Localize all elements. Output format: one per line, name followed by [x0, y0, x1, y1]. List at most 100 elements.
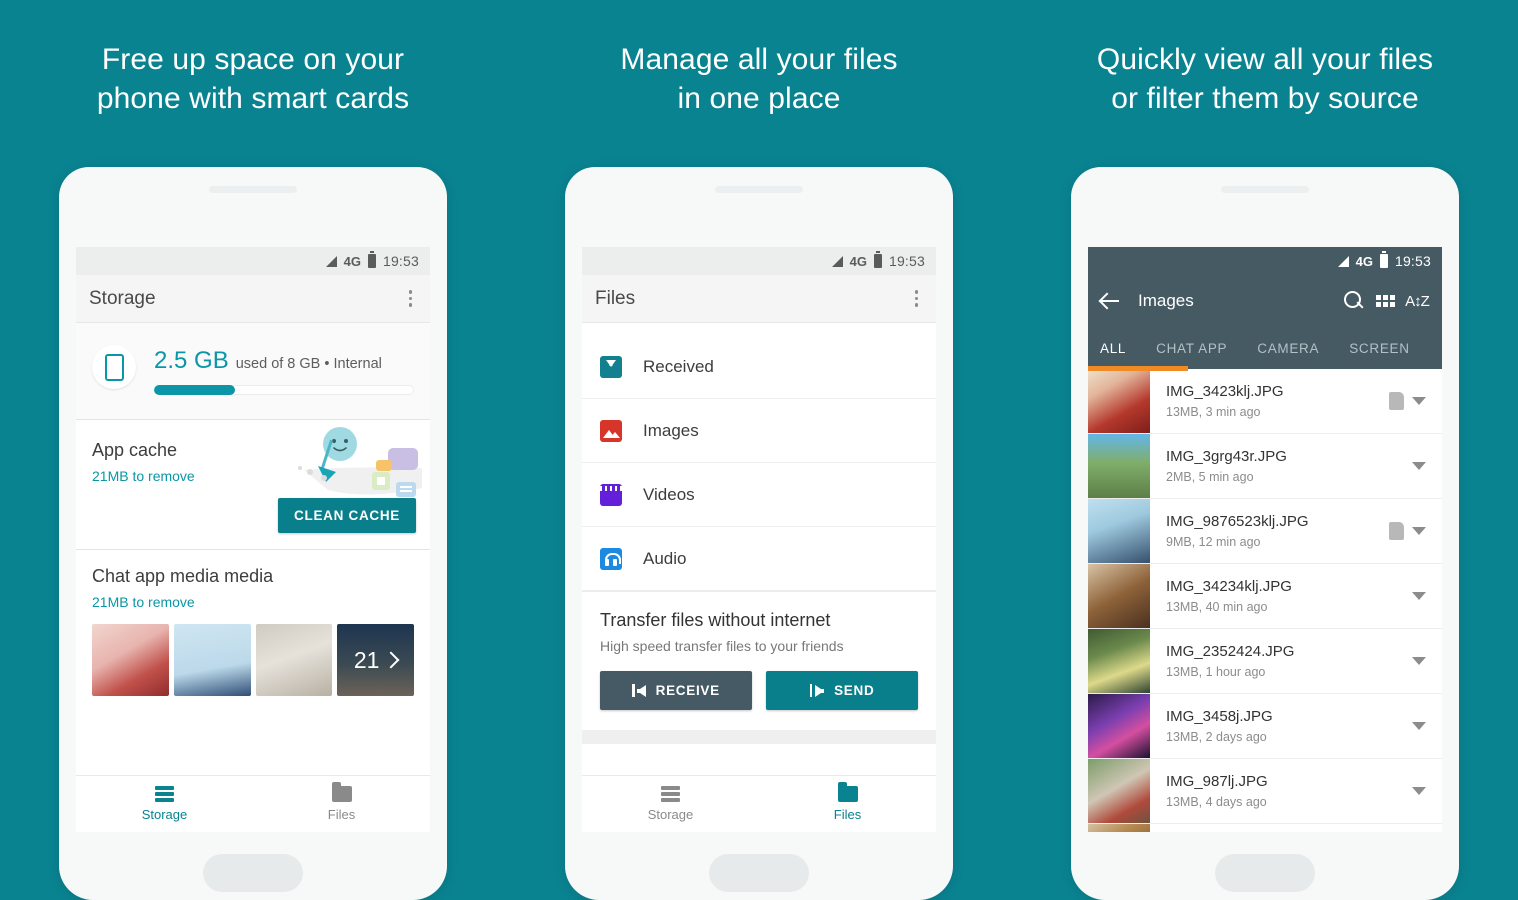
- transfer-card: Transfer files without internet High spe…: [582, 591, 936, 730]
- chevron-down-icon[interactable]: [1412, 722, 1426, 730]
- file-info: IMG_987lj.JPG 13MB, 4 days ago: [1150, 773, 1412, 809]
- nav-item-files[interactable]: Files: [759, 782, 936, 822]
- app-bar-storage: Storage: [76, 275, 430, 323]
- table-row[interactable]: IMG_3458j.JPG 13MB, 2 days ago: [1088, 694, 1442, 759]
- category-row-images[interactable]: Images: [582, 399, 936, 463]
- thumbnail-cats[interactable]: [255, 624, 333, 696]
- phone-home-button[interactable]: [203, 854, 303, 892]
- video-icon: [600, 483, 622, 506]
- table-row[interactable]: IMG_2352424.JPG 13MB, 1 hour ago: [1088, 629, 1442, 694]
- clean-cache-button[interactable]: CLEAN CACHE: [278, 498, 416, 533]
- phone-home-button[interactable]: [709, 854, 809, 892]
- receive-button[interactable]: RECEIVE: [600, 671, 752, 710]
- chevron-down-icon[interactable]: [1412, 462, 1426, 470]
- category-row-audio[interactable]: Audio: [582, 527, 936, 591]
- signal-icon: [325, 255, 337, 267]
- tab-screenshots[interactable]: SCREEN: [1349, 341, 1409, 356]
- thumbnail: [1088, 694, 1150, 758]
- chevron-down-icon[interactable]: [1412, 787, 1426, 795]
- phone-screen-3: 4G 19:53 Images A↕Z ALL CHAT APP CAMERA …: [1088, 247, 1442, 832]
- file-meta: 13MB, 1 hour ago: [1166, 665, 1266, 679]
- thumbnail: [1088, 564, 1150, 628]
- sd-card-icon: [1389, 522, 1404, 540]
- thumbnail: [1088, 824, 1150, 832]
- category-row-received[interactable]: Received: [582, 335, 936, 399]
- chevron-down-icon[interactable]: [1412, 397, 1426, 405]
- storage-summary-card[interactable]: 2.5 GB used of 8 GB • Internal: [76, 323, 430, 420]
- table-row[interactable]: IMG_3grg43r.JPG 2MB, 5 min ago: [1088, 434, 1442, 499]
- chat-media-subtitle: 21MB to remove: [92, 594, 195, 610]
- storage-text-block: 2.5 GB used of 8 GB • Internal: [154, 345, 414, 395]
- nav-item-storage[interactable]: Storage: [76, 786, 253, 822]
- thumbnail: [1088, 759, 1150, 823]
- clock-label: 19:53: [382, 253, 419, 269]
- tab-chat-app[interactable]: CHAT APP: [1156, 341, 1227, 356]
- transfer-subtitle: High speed transfer files to your friend…: [600, 638, 844, 654]
- thumbnail-text-card[interactable]: [173, 624, 251, 696]
- more-count-label: 21: [353, 646, 380, 673]
- chevron-down-icon[interactable]: [1412, 657, 1426, 665]
- folder-icon: [331, 782, 352, 802]
- grid-view-icon[interactable]: [1372, 288, 1398, 314]
- image-file-list: IMG_3423klj.JPG 13MB, 3 min ago IMG_3grg…: [1088, 369, 1442, 832]
- headline-files: Manage all your files in one place: [506, 40, 1012, 118]
- nav-item-files[interactable]: Files: [253, 782, 430, 822]
- table-row[interactable]: IMG_3423klj.JPG 13MB, 3 min ago: [1088, 369, 1442, 434]
- table-row[interactable]: IMG_9876523klj.JPG 9MB, 12 min ago: [1088, 499, 1442, 564]
- app-cache-card[interactable]: App cache 21MB to remove CLEAN CACHE: [76, 420, 430, 550]
- overflow-menu-icon[interactable]: [910, 285, 924, 312]
- phone-icon: [104, 353, 124, 381]
- phone-mockup-2: 4G 19:53 Files Received Images Videos Au…: [565, 167, 953, 900]
- page-title: Files: [595, 287, 636, 309]
- table-row[interactable]: IMG_987lj.JPG 13MB, 4 days ago: [1088, 759, 1442, 824]
- thumbnail-more[interactable]: 21: [337, 624, 414, 696]
- list-top-spacer: [582, 323, 936, 335]
- storage-used-amount: 2.5 GB: [154, 347, 229, 374]
- file-meta: 13MB, 2 days ago: [1166, 730, 1267, 744]
- file-name: IMG_34234klj.JPG: [1166, 578, 1292, 595]
- app-bar-files: Files: [582, 275, 936, 323]
- thumbnail: [1088, 629, 1150, 693]
- tab-camera[interactable]: CAMERA: [1257, 341, 1319, 356]
- chevron-down-icon[interactable]: [1412, 592, 1426, 600]
- chat-media-title: Chat app media media: [92, 566, 274, 586]
- overflow-menu-icon[interactable]: [404, 285, 418, 312]
- phone-mockup-1: 4G 19:53 Storage 2.5 GB used of 8 GB • I…: [59, 167, 447, 900]
- page-title: Storage: [89, 287, 156, 309]
- clock-label: 19:53: [1394, 253, 1431, 269]
- category-label: Received: [643, 356, 714, 376]
- file-info: IMG_9876523klj.JPG 9MB, 12 min ago: [1150, 513, 1389, 549]
- thumbnail-rose[interactable]: [92, 624, 169, 696]
- file-name: IMG_5678454.JPG: [1166, 830, 1294, 832]
- back-arrow-icon[interactable]: [1100, 291, 1120, 311]
- send-button[interactable]: SEND: [766, 671, 918, 710]
- table-row[interactable]: IMG_34234klj.JPG 13MB, 40 min ago: [1088, 564, 1442, 629]
- storage-icon: [661, 786, 680, 802]
- image-icon: [600, 419, 622, 442]
- source-filter-tabs: ALL CHAT APP CAMERA SCREEN: [1088, 327, 1442, 371]
- file-name: IMG_2352424.JPG: [1166, 643, 1295, 660]
- thumbnail: [1088, 369, 1150, 433]
- nav-label-storage: Storage: [647, 807, 694, 822]
- search-icon[interactable]: [1340, 288, 1366, 314]
- file-info: IMG_3458j.JPG 13MB, 2 days ago: [1150, 708, 1412, 744]
- category-label: Images: [643, 420, 699, 440]
- phone-home-button[interactable]: [1215, 854, 1315, 892]
- arrow-left-icon: [632, 684, 646, 697]
- file-name: IMG_9876523klj.JPG: [1166, 513, 1309, 530]
- table-row[interactable]: IMG_5678454.JPG: [1088, 824, 1442, 832]
- file-name: IMG_3458j.JPG: [1166, 708, 1273, 725]
- category-row-videos[interactable]: Videos: [582, 463, 936, 527]
- network-label: 4G: [849, 253, 867, 269]
- file-category-list: Received Images Videos Audio: [582, 335, 936, 591]
- tab-indicator: [1088, 366, 1188, 371]
- headline-line-2: phone with smart cards: [96, 82, 410, 115]
- tab-all[interactable]: ALL: [1100, 341, 1126, 356]
- chat-media-card[interactable]: Chat app media media 21MB to remove 21: [76, 550, 430, 696]
- sort-az-icon[interactable]: A↕Z: [1404, 288, 1430, 314]
- file-meta: 13MB, 40 min ago: [1166, 600, 1268, 614]
- nav-label-storage: Storage: [141, 807, 188, 822]
- nav-item-storage[interactable]: Storage: [582, 786, 759, 822]
- panel-images: Quickly view all your files or filter th…: [1012, 0, 1518, 900]
- chevron-down-icon[interactable]: [1412, 527, 1426, 535]
